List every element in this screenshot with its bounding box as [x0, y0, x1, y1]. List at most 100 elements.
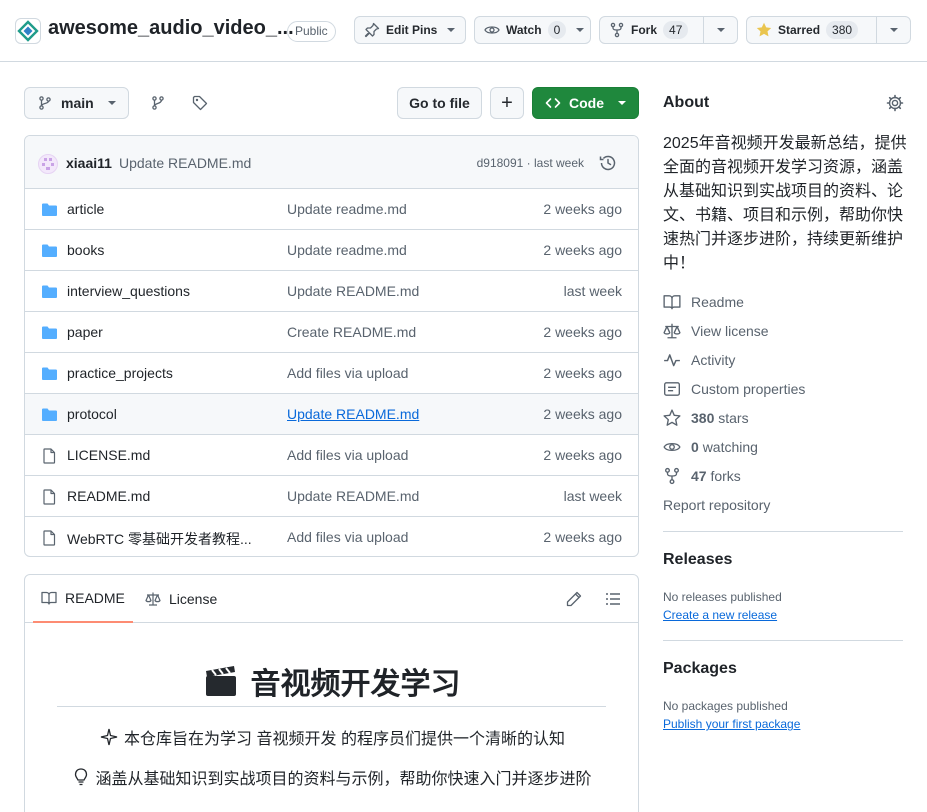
star-button-group: Starred 380 — [746, 16, 911, 44]
history-icon[interactable] — [598, 153, 618, 173]
license-link[interactable]: View license — [663, 321, 769, 341]
activity-link-label: Activity — [691, 352, 736, 368]
eye-icon — [663, 442, 681, 452]
go-to-file-button[interactable]: Go to file — [397, 87, 482, 119]
readme-tabs: README License — [25, 575, 638, 623]
table-row[interactable]: paper Create README.md 2 weeks ago — [25, 312, 638, 353]
folder-icon — [42, 285, 57, 298]
star-icon — [663, 409, 681, 426]
repo-logo-icon — [15, 18, 41, 44]
file-commit-message[interactable]: Update README.md — [287, 406, 419, 422]
tab-readme[interactable]: README — [33, 575, 133, 623]
add-file-button[interactable]: + — [490, 87, 524, 119]
packages-heading[interactable]: Packages — [663, 660, 737, 678]
readme-panel: README License 音视频开发学习 本仓库旨在为学习 音视频开发 的程… — [24, 574, 639, 812]
file-commit-message[interactable]: Update README.md — [287, 283, 419, 299]
tab-license[interactable]: License — [145, 575, 217, 623]
file-name[interactable]: interview_questions — [67, 283, 190, 299]
table-row[interactable]: README.md Update README.md last week — [25, 476, 638, 517]
file-commit-message[interactable]: Add files via upload — [287, 365, 408, 381]
lightbulb-icon — [75, 768, 88, 786]
file-name[interactable]: books — [67, 242, 104, 258]
file-commit-time: 2 weeks ago — [543, 406, 622, 422]
file-icon — [43, 530, 56, 546]
fork-dropdown-button[interactable] — [703, 17, 737, 43]
readme-line-2-text: 涵盖从基础知识到实战项目的资料与示例，帮助你快速入门并逐步进阶 — [95, 771, 592, 788]
table-row[interactable]: books Update readme.md 2 weeks ago — [25, 230, 638, 271]
file-name[interactable]: WebRTC 零基础开发者教程... — [67, 529, 252, 549]
table-row[interactable]: LICENSE.md Add files via upload 2 weeks … — [25, 435, 638, 476]
report-repository-link[interactable]: Report repository — [663, 495, 770, 515]
fork-icon — [610, 22, 624, 38]
gear-icon[interactable] — [886, 94, 904, 112]
pin-icon — [364, 22, 380, 38]
chevron-down-icon — [889, 28, 898, 32]
stars-link[interactable]: 380 stars — [663, 408, 749, 428]
readme-line-1: 本仓库旨在为学习 音视频开发 的程序员们提供一个清晰的认知 — [25, 725, 638, 749]
file-name[interactable]: README.md — [67, 488, 150, 504]
avatar[interactable] — [38, 154, 58, 174]
starred-label: Starred — [778, 23, 821, 37]
commit-message[interactable]: Update README.md — [119, 155, 251, 171]
file-commit-time: 2 weeks ago — [543, 242, 622, 258]
branch-select-button[interactable]: main — [24, 87, 129, 119]
readme-line-1-text: 本仓库旨在为学习 音视频开发 的程序员们提供一个清晰的认知 — [124, 731, 565, 748]
publish-package-link[interactable]: Publish your first package — [663, 717, 800, 731]
file-commit-message[interactable]: Update readme.md — [287, 242, 407, 258]
star-dropdown-button[interactable] — [876, 17, 910, 43]
forks-link[interactable]: 47 forks — [663, 466, 741, 486]
file-name[interactable]: article — [67, 201, 104, 217]
divider — [663, 640, 903, 641]
file-name[interactable]: LICENSE.md — [67, 447, 150, 463]
book-icon — [663, 295, 681, 310]
starred-button[interactable]: Starred 380 — [747, 17, 876, 43]
table-row[interactable]: interview_questions Update README.md las… — [25, 271, 638, 312]
tags-button[interactable] — [184, 87, 216, 119]
file-commit-time: 2 weeks ago — [543, 324, 622, 340]
tag-icon — [192, 95, 208, 111]
pencil-icon[interactable] — [566, 591, 582, 607]
tab-readme-label: README — [65, 590, 125, 606]
latest-commit-bar: xiaai11 Update README.md d918091 · last … — [25, 136, 638, 189]
folder-icon — [42, 244, 57, 257]
watch-count: 0 — [547, 21, 567, 39]
table-row[interactable]: article Update readme.md 2 weeks ago — [25, 189, 638, 230]
file-name[interactable]: practice_projects — [67, 365, 173, 381]
eye-icon — [484, 26, 500, 34]
custom-properties-label: Custom properties — [691, 381, 806, 397]
create-release-link[interactable]: Create a new release — [663, 608, 777, 622]
file-commit-time: last week — [563, 488, 622, 504]
file-commit-message[interactable]: Create README.md — [287, 324, 416, 340]
stars-count: 380 — [691, 410, 715, 426]
about-heading: About — [663, 94, 710, 111]
branches-button[interactable] — [142, 87, 174, 119]
code-button[interactable]: Code — [532, 87, 639, 119]
file-commit-message[interactable]: Update readme.md — [287, 201, 407, 217]
file-commit-message[interactable]: Add files via upload — [287, 447, 408, 463]
file-name[interactable]: protocol — [67, 406, 117, 422]
commit-meta[interactable]: d918091 · last week — [477, 156, 584, 170]
commit-author[interactable]: xiaai11 — [66, 155, 112, 171]
file-commit-message[interactable]: Add files via upload — [287, 529, 408, 545]
list-icon[interactable] — [605, 591, 621, 607]
releases-heading[interactable]: Releases — [663, 551, 732, 569]
chevron-down-icon — [447, 28, 456, 32]
releases-empty-text: No releases published — [663, 590, 782, 604]
custom-properties-link[interactable]: Custom properties — [663, 379, 805, 399]
repo-name[interactable]: awesome_audio_video_... — [48, 17, 294, 40]
file-name[interactable]: paper — [67, 324, 103, 340]
pulse-icon — [664, 354, 680, 367]
branches-icon — [152, 96, 164, 110]
activity-link[interactable]: Activity — [663, 350, 735, 370]
fork-button[interactable]: Fork 47 — [600, 17, 703, 43]
watching-link[interactable]: 0 watching — [663, 437, 758, 457]
table-row[interactable]: WebRTC 零基础开发者教程... Add files via upload … — [25, 517, 638, 556]
table-row[interactable]: protocol Update README.md 2 weeks ago — [25, 394, 638, 435]
file-commit-message[interactable]: Update README.md — [287, 488, 419, 504]
edit-pins-button[interactable]: Edit Pins — [354, 16, 466, 44]
table-row[interactable]: practice_projects Add files via upload 2… — [25, 353, 638, 394]
watch-button[interactable]: Watch 0 — [474, 16, 591, 44]
fork-icon — [665, 467, 679, 485]
readme-link[interactable]: Readme — [663, 292, 744, 312]
readme-link-label: Readme — [691, 294, 744, 310]
